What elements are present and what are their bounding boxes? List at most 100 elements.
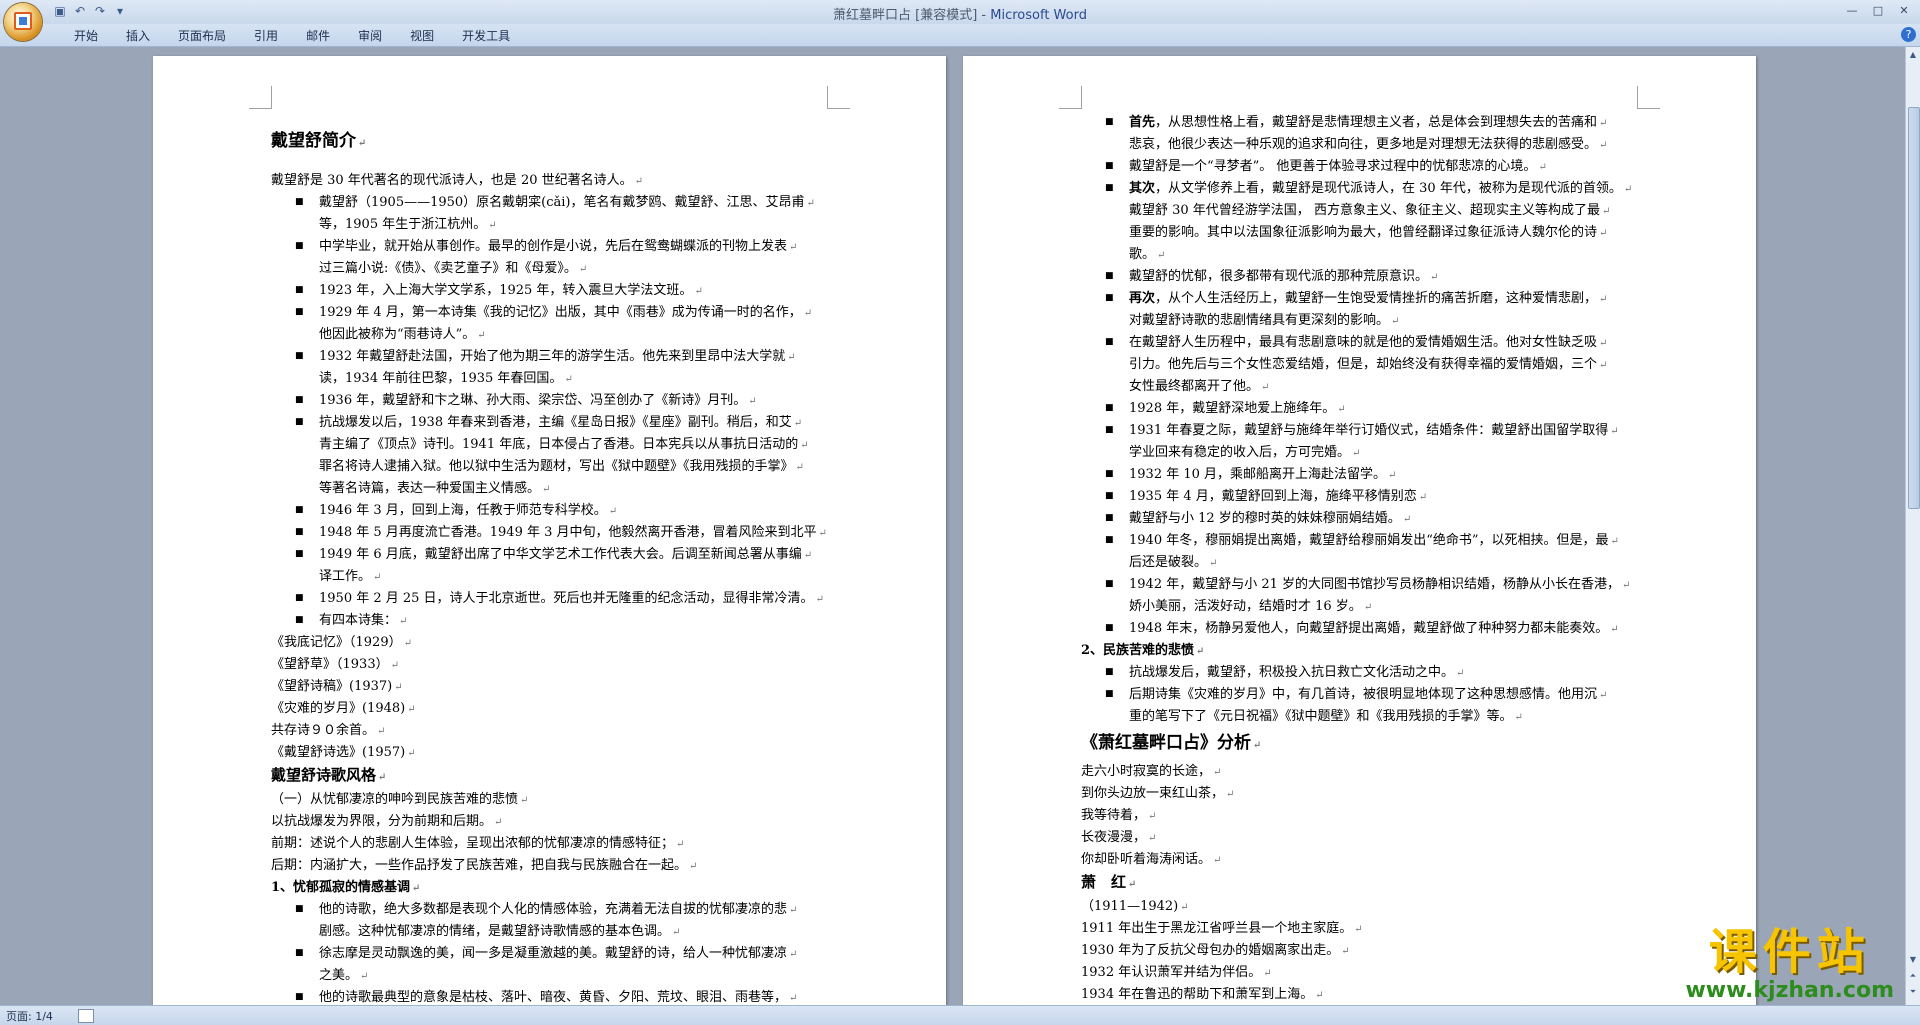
scroll-thumb[interactable]	[1908, 107, 1920, 509]
paragraph-mark-icon: ↵	[815, 594, 824, 605]
maximize-icon[interactable]: □	[1866, 2, 1890, 20]
document-page-2: 首先，从思想性格上看，戴望舒是悲情理想主义者，总是体会到理想失去的苦痛和↵悲哀，…	[963, 56, 1756, 1006]
vertical-scrollbar[interactable]: ▲ ▼ ⏶ ⏷	[1905, 47, 1920, 1006]
text: 歌。	[1129, 247, 1156, 262]
text: 他的诗歌最典型的意象是枯枝、落叶、暗夜、黄昏、夕阳、荒坟、眼泪、雨巷等，	[319, 990, 788, 1005]
text: 萧 红	[1081, 873, 1127, 891]
text: 之美。	[319, 968, 359, 983]
text: 读，1934 年前往巴黎，1935 年春回国。	[319, 371, 563, 386]
list-item-continuation: 等著名诗篇，表达一种爱国主义情感。 ↵	[271, 478, 851, 500]
list-item-continuation: 过三篇小说:《债》、《卖艺童子》和《母爱》。 ↵	[271, 258, 851, 280]
paragraph-mark-icon: ↵	[412, 883, 421, 894]
close-icon[interactable]: ✕	[1892, 2, 1916, 20]
next-page-icon[interactable]: ⏷	[1908, 986, 1918, 998]
list-item: 1929 年 4 月，第一本诗集《我的记忆》出版，其中《雨巷》成为传诵一时的名作…	[271, 302, 851, 324]
paragraph: 1911 年出生于黑龙江省呼兰县一个地主家庭。 ↵	[1081, 918, 1661, 940]
paragraph: 《灾难的岁月》(1948) ↵	[271, 698, 851, 720]
list-item: 1923 年，入上海大学文学系，1925 年，转入震旦大学法文班。↵	[271, 280, 851, 302]
help-icon[interactable]: ?	[1901, 27, 1916, 42]
list-item: 1948 年末，杨静另爱他人，向戴望舒提出离婚，戴望舒做了种种努力都未能奏效。↵	[1081, 618, 1661, 640]
list-item: 在戴望舒人生历程中，最具有悲剧意味的就是他的爱情婚姻生活。他对女性缺乏吸↵	[1081, 332, 1661, 354]
paragraph-mark-icon: ↵	[494, 817, 503, 828]
heading: 1、忧郁孤寂的情感基调 ↵	[271, 877, 851, 899]
proofing-icon[interactable]	[78, 1009, 94, 1023]
text: ，从文学修养上看，戴望舒是现代派诗人，在 30 年代，被称为是现代派的首领。	[1155, 181, 1622, 196]
list-item: 首先，从思想性格上看，戴望舒是悲情理想主义者，总是体会到理想失去的苦痛和↵	[1081, 112, 1661, 134]
text: ，从个人生活经历上，戴望舒一生饱受爱情挫折的痛苦折磨，这种爱情悲剧，	[1155, 291, 1598, 306]
ribbon-tabs: 开始 插入 页面布局 引用 邮件 审阅 视图 开发工具	[60, 27, 524, 45]
list-item-continuation: 引力。他先后与三个女性恋爱结婚，但是，却始终没有获得幸福的爱情婚姻，三个 ↵	[1081, 354, 1661, 376]
paragraph-mark-icon: ↵	[390, 660, 399, 671]
document-workspace: 戴望舒简介↵戴望舒是 30 年代著名的现代派诗人，也是 20 世纪著名诗人。↵戴…	[0, 47, 1906, 1006]
text: （1911—1942)	[1081, 899, 1179, 914]
ribbon-tab[interactable]: 开发工具	[448, 27, 524, 45]
list-item: 再次，从个人生活经历上，戴望舒一生饱受爱情挫折的痛苦折磨，这种爱情悲剧，↵	[1081, 288, 1661, 310]
paragraph-mark-icon: ↵	[520, 795, 529, 806]
title-bar: ▣ ↶ ↷ ▾ 萧红墓畔口占 [兼容模式] - Microsoft Word —…	[0, 0, 1920, 25]
text: 戴望舒与小 12 岁的穆时英的妹妹穆丽娟结婚。	[1129, 511, 1401, 526]
list-item-continuation: 重的笔写下了《元日祝福》《狱中题壁》和《我用残损的手掌》等。 ↵	[1081, 706, 1661, 728]
heading: 2、民族苦难的悲愤 ↵	[1081, 640, 1661, 662]
scroll-up-icon[interactable]: ▲	[1908, 49, 1918, 61]
text: 他因此被称为“雨巷诗人”。	[319, 327, 476, 342]
paragraph-mark-icon: ↵	[634, 176, 644, 187]
paragraph: （1911—1942) ↵	[1081, 896, 1661, 918]
page-2-content[interactable]: 首先，从思想性格上看，戴望舒是悲情理想主义者，总是体会到理想失去的苦痛和↵悲哀，…	[1081, 112, 1661, 1006]
paragraph-mark-icon: ↵	[1388, 470, 1397, 481]
ribbon-tab[interactable]: 插入	[112, 27, 164, 45]
list-item: 戴望舒（1905——1950）原名戴朝寀(cǎi)，笔名有戴梦鸥、戴望舒、江思、…	[271, 192, 851, 214]
paragraph: 前期：述说个人的悲剧人生体验，呈现出浓郁的忧郁凄凉的情感特征； ↵	[271, 833, 851, 855]
ribbon-tab[interactable]: 视图	[396, 27, 448, 45]
page-indicator[interactable]: 页面: 1/4	[6, 1008, 53, 1024]
ribbon-tab[interactable]: 邮件	[292, 27, 344, 45]
paragraph-mark-icon: ↵	[1148, 811, 1157, 822]
text: 《望舒草》（1933）	[271, 657, 389, 672]
heading: 萧 红 ↵	[1081, 871, 1661, 896]
text: 等，1905 年生于浙江杭州。	[319, 217, 487, 232]
text: 徐志摩是灵动飘逸的美，闻一多是凝重激越的美。戴望舒的诗，给人一种忧郁凄凉	[319, 946, 788, 961]
list-item: 1932 年戴望舒赴法国，开始了他为期三年的游学生活。他先来到里昂中法大学就↵	[271, 346, 851, 368]
text: 1946 年 3 月，回到上海，任教于师范专科学校。	[319, 503, 607, 518]
ribbon-tab[interactable]: 页面布局	[164, 27, 240, 45]
paragraph-mark-icon: ↵	[1337, 404, 1346, 415]
text: 2、民族苦难的悲愤	[1081, 643, 1195, 658]
paragraph-mark-icon: ↵	[1610, 536, 1619, 547]
text: 中学毕业，就开始从事创作。最早的创作是小说，先后在鸳鸯蝴蝶派的刊物上发表	[319, 239, 788, 254]
paragraph-mark-icon: ↵	[1514, 712, 1523, 723]
text: 1949 年 6 月底，戴望舒出席了中华文学艺术工作代表大会。后调至新闻总署从事…	[319, 547, 802, 562]
list-item-continuation: 重要的影响。其中以法国象征派影响为最大，他曾经翻译过象征派诗人魏尔伦的诗 ↵	[1081, 222, 1661, 244]
text: 1936 年，戴望舒和卞之琳、孙大雨、梁宗岱、冯至创办了《新诗》月刊。	[319, 393, 747, 408]
ribbon-tab[interactable]: 开始	[60, 27, 112, 45]
paragraph-mark-icon: ↵	[399, 616, 408, 627]
paragraph-mark-icon: ↵	[1599, 294, 1608, 305]
prev-page-icon[interactable]: ⏶	[1908, 970, 1918, 982]
text: 对戴望舒诗歌的悲剧情绪具有更深刻的影响。	[1129, 313, 1390, 328]
paragraph-mark-icon: ↵	[564, 374, 573, 385]
paragraph-mark-icon: ↵	[1599, 690, 1608, 701]
text: 1942 年，戴望舒与小 21 岁的大同图书馆抄写员杨静相识结婚，杨静从小长在香…	[1129, 577, 1621, 592]
ribbon-tab[interactable]: 审阅	[344, 27, 396, 45]
paragraph-mark-icon: ↵	[1456, 668, 1465, 679]
text: 1930 年为了反抗父母包办的婚姻离家出走。	[1081, 943, 1340, 958]
window-title: 萧红墓畔口占 [兼容模式] - Microsoft Word	[0, 4, 1920, 23]
paragraph-mark-icon: ↵	[403, 638, 412, 649]
minimize-icon[interactable]: —	[1840, 2, 1864, 20]
list-item: 1946 年 3 月，回到上海，任教于师范专科学校。↵	[271, 500, 851, 522]
list-item: 他的诗歌最典型的意象是枯枝、落叶、暗夜、黄昏、夕阳、荒坟、眼泪、雨巷等，↵	[271, 987, 851, 1006]
paragraph: 《望舒草》（1933） ↵	[271, 654, 851, 676]
office-button[interactable]	[4, 3, 42, 41]
list-item-continuation: 他因此被称为“雨巷诗人”。 ↵	[271, 324, 851, 346]
paragraph: 后期：内涵扩大，一些作品抒发了民族苦难，把自我与民族融合在一起。 ↵	[271, 855, 851, 877]
scroll-down-icon[interactable]: ▼	[1908, 954, 1918, 966]
list-item: 1936 年，戴望舒和卞之琳、孙大雨、梁宗岱、冯至创办了《新诗》月刊。↵	[271, 390, 851, 412]
office-logo-icon	[14, 12, 32, 30]
paragraph-mark-icon: ↵	[608, 506, 618, 517]
text: 到你头边放一束红山茶，	[1081, 786, 1225, 801]
page-1-content[interactable]: 戴望舒简介↵戴望舒是 30 年代著名的现代派诗人，也是 20 世纪著名诗人。↵戴…	[271, 128, 851, 1006]
paragraph-mark-icon: ↵	[488, 220, 497, 231]
emphasis: 其次	[1129, 181, 1156, 196]
paragraph-mark-icon: ↵	[358, 138, 367, 149]
ribbon-tab[interactable]: 引用	[240, 27, 292, 45]
app-name: Microsoft Word	[990, 8, 1087, 23]
list-item: 抗战爆发以后，1938 年春来到香港，主编《星岛日报》《星座》副刊。稍后，和艾↵	[271, 412, 851, 434]
